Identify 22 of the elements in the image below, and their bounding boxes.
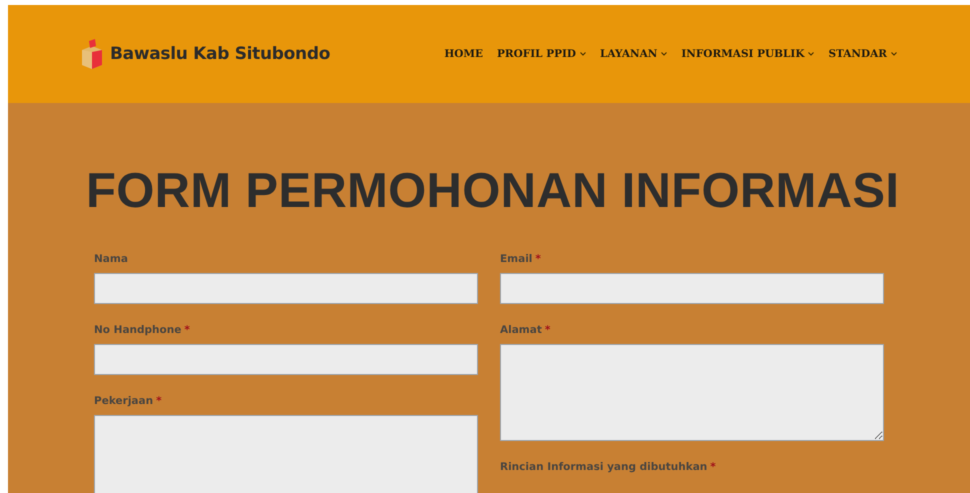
text-area[interactable] [500, 344, 884, 441]
ballot-box-icon [80, 38, 104, 70]
input-field[interactable] [94, 344, 478, 375]
nav-link[interactable]: LAYANAN [600, 48, 668, 60]
field-label: No Handphone [94, 324, 182, 337]
nav-link[interactable]: INFORMASI PUBLIK [681, 48, 814, 60]
field-label: Pekerjaan [94, 395, 154, 408]
required-mark: * [710, 461, 716, 474]
nav-link[interactable]: PROFIL PPID [497, 48, 586, 60]
field-label: Email [500, 253, 532, 266]
site-name[interactable]: Bawaslu Kab Situbondo [110, 44, 330, 64]
input-field[interactable] [500, 273, 884, 304]
field-label: Rincian Informasi yang dibutuhkan [500, 461, 708, 474]
input-field[interactable] [94, 273, 478, 304]
field-label: Alamat [500, 324, 542, 337]
nav-link[interactable]: STANDAR [828, 48, 897, 60]
required-mark: * [156, 395, 162, 408]
required-mark: * [184, 324, 190, 337]
nav-link[interactable]: HOME [444, 48, 484, 60]
required-mark: * [544, 324, 550, 337]
field-label: Nama [94, 253, 128, 266]
required-mark: * [535, 253, 541, 266]
